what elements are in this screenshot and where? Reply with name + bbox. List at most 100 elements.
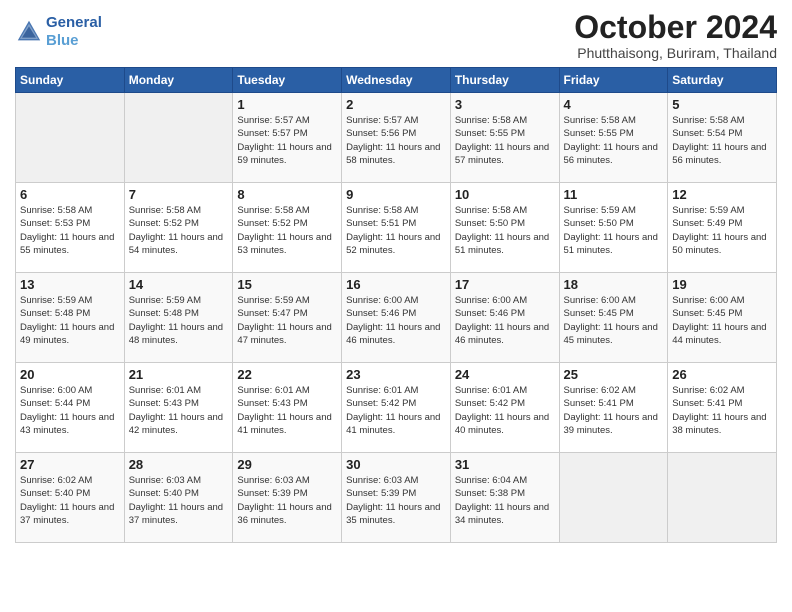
location-subtitle: Phutthaisong, Buriram, Thailand (574, 45, 777, 61)
day-number: 30 (346, 457, 446, 472)
day-number: 14 (129, 277, 229, 292)
day-number: 15 (237, 277, 337, 292)
day-number: 4 (564, 97, 664, 112)
calendar-day-cell: 18 Sunrise: 6:00 AM Sunset: 5:45 PM Dayli… (559, 273, 668, 363)
day-number: 8 (237, 187, 337, 202)
calendar-day-cell (124, 93, 233, 183)
day-info: Sunrise: 6:03 AM Sunset: 5:40 PM Dayligh… (129, 474, 229, 527)
header-area: General Blue October 2024 Phutthaisong, … (15, 10, 777, 61)
day-number: 19 (672, 277, 772, 292)
calendar-day-cell: 16Sunrise: 6:00 AM Sunset: 5:46 PM Dayli… (342, 273, 451, 363)
day-number: 20 (20, 367, 120, 382)
calendar-week-row: 20 Sunrise: 6:00 AM Sunset: 5:44 PM Dayli… (16, 363, 777, 453)
day-number: 27 (20, 457, 120, 472)
calendar-week-row: 27 Sunrise: 6:02 AM Sunset: 5:40 PM Dayli… (16, 453, 777, 543)
calendar-day-cell: 11 Sunrise: 5:59 AM Sunset: 5:50 PM Dayli… (559, 183, 668, 273)
weekday-header-cell: Sunday (16, 68, 125, 93)
logo-text: General Blue (46, 14, 102, 50)
day-number: 7 (129, 187, 229, 202)
day-info: Sunrise: 5:58 AM Sunset: 5:54 PM Dayligh… (672, 114, 772, 167)
day-info: Sunrise: 6:00 AM Sunset: 5:45 PM Dayligh… (564, 294, 664, 347)
day-number: 26 (672, 367, 772, 382)
calendar-day-cell: 26 Sunrise: 6:02 AM Sunset: 5:41 PM Dayli… (668, 363, 777, 453)
weekday-header-row: SundayMondayTuesdayWednesdayThursdayFrid… (16, 68, 777, 93)
day-info: Sunrise: 5:58 AM Sunset: 5:50 PM Dayligh… (455, 204, 555, 257)
day-number: 1 (237, 97, 337, 112)
calendar-week-row: 1Sunrise: 5:57 AM Sunset: 5:57 PM Daylig… (16, 93, 777, 183)
weekday-header-cell: Wednesday (342, 68, 451, 93)
title-block: October 2024 Phutthaisong, Buriram, Thai… (574, 10, 777, 61)
day-info: Sunrise: 6:01 AM Sunset: 5:42 PM Dayligh… (346, 384, 446, 437)
calendar-day-cell: 4 Sunrise: 5:58 AM Sunset: 5:55 PM Daylig… (559, 93, 668, 183)
calendar-day-cell: 12 Sunrise: 5:59 AM Sunset: 5:49 PM Dayli… (668, 183, 777, 273)
day-info: Sunrise: 6:00 AM Sunset: 5:46 PM Dayligh… (455, 294, 555, 347)
day-info: Sunrise: 5:59 AM Sunset: 5:49 PM Dayligh… (672, 204, 772, 257)
day-number: 21 (129, 367, 229, 382)
weekday-header-cell: Thursday (450, 68, 559, 93)
day-number: 10 (455, 187, 555, 202)
day-info: Sunrise: 5:58 AM Sunset: 5:52 PM Dayligh… (237, 204, 337, 257)
calendar-day-cell: 8 Sunrise: 5:58 AM Sunset: 5:52 PM Daylig… (233, 183, 342, 273)
day-number: 28 (129, 457, 229, 472)
weekday-header-cell: Friday (559, 68, 668, 93)
day-info: Sunrise: 6:02 AM Sunset: 5:40 PM Dayligh… (20, 474, 120, 527)
day-number: 12 (672, 187, 772, 202)
calendar-day-cell: 22 Sunrise: 6:01 AM Sunset: 5:43 PM Dayli… (233, 363, 342, 453)
day-info: Sunrise: 5:59 AM Sunset: 5:50 PM Dayligh… (564, 204, 664, 257)
calendar-day-cell: 23 Sunrise: 6:01 AM Sunset: 5:42 PM Dayli… (342, 363, 451, 453)
day-info: Sunrise: 6:02 AM Sunset: 5:41 PM Dayligh… (672, 384, 772, 437)
day-number: 31 (455, 457, 555, 472)
day-number: 22 (237, 367, 337, 382)
day-info: Sunrise: 5:58 AM Sunset: 5:52 PM Dayligh… (129, 204, 229, 257)
day-number: 29 (237, 457, 337, 472)
day-info: Sunrise: 5:59 AM Sunset: 5:48 PM Dayligh… (20, 294, 120, 347)
calendar-day-cell: 28 Sunrise: 6:03 AM Sunset: 5:40 PM Dayli… (124, 453, 233, 543)
calendar-day-cell: 6Sunrise: 5:58 AM Sunset: 5:53 PM Daylig… (16, 183, 125, 273)
calendar-day-cell: 25 Sunrise: 6:02 AM Sunset: 5:41 PM Dayli… (559, 363, 668, 453)
calendar-day-cell: 2Sunrise: 5:57 AM Sunset: 5:56 PM Daylig… (342, 93, 451, 183)
calendar-day-cell: 29 Sunrise: 6:03 AM Sunset: 5:39 PM Dayli… (233, 453, 342, 543)
calendar-body: 1Sunrise: 5:57 AM Sunset: 5:57 PM Daylig… (16, 93, 777, 543)
calendar-day-cell: 31Sunrise: 6:04 AM Sunset: 5:38 PM Dayli… (450, 453, 559, 543)
day-info: Sunrise: 5:59 AM Sunset: 5:47 PM Dayligh… (237, 294, 337, 347)
calendar-day-cell: 5 Sunrise: 5:58 AM Sunset: 5:54 PM Daylig… (668, 93, 777, 183)
day-info: Sunrise: 6:01 AM Sunset: 5:42 PM Dayligh… (455, 384, 555, 437)
day-number: 25 (564, 367, 664, 382)
calendar-week-row: 13Sunrise: 5:59 AM Sunset: 5:48 PM Dayli… (16, 273, 777, 363)
calendar-header: SundayMondayTuesdayWednesdayThursdayFrid… (16, 68, 777, 93)
calendar-day-cell: 3Sunrise: 5:58 AM Sunset: 5:55 PM Daylig… (450, 93, 559, 183)
day-number: 11 (564, 187, 664, 202)
calendar-day-cell: 10 Sunrise: 5:58 AM Sunset: 5:50 PM Dayli… (450, 183, 559, 273)
day-number: 5 (672, 97, 772, 112)
weekday-header-cell: Monday (124, 68, 233, 93)
day-number: 17 (455, 277, 555, 292)
calendar-day-cell: 15 Sunrise: 5:59 AM Sunset: 5:47 PM Dayli… (233, 273, 342, 363)
day-number: 18 (564, 277, 664, 292)
day-info: Sunrise: 6:00 AM Sunset: 5:44 PM Dayligh… (20, 384, 120, 437)
calendar-day-cell: 13Sunrise: 5:59 AM Sunset: 5:48 PM Dayli… (16, 273, 125, 363)
day-number: 16 (346, 277, 446, 292)
day-info: Sunrise: 6:01 AM Sunset: 5:43 PM Dayligh… (237, 384, 337, 437)
calendar-day-cell: 17 Sunrise: 6:00 AM Sunset: 5:46 PM Dayli… (450, 273, 559, 363)
calendar-day-cell: 24Sunrise: 6:01 AM Sunset: 5:42 PM Dayli… (450, 363, 559, 453)
calendar-day-cell: 9Sunrise: 5:58 AM Sunset: 5:51 PM Daylig… (342, 183, 451, 273)
logo-icon (15, 18, 43, 46)
calendar-day-cell: 27 Sunrise: 6:02 AM Sunset: 5:40 PM Dayli… (16, 453, 125, 543)
day-number: 3 (455, 97, 555, 112)
calendar-day-cell: 20 Sunrise: 6:00 AM Sunset: 5:44 PM Dayli… (16, 363, 125, 453)
day-info: Sunrise: 5:57 AM Sunset: 5:56 PM Dayligh… (346, 114, 446, 167)
day-info: Sunrise: 6:02 AM Sunset: 5:41 PM Dayligh… (564, 384, 664, 437)
calendar-day-cell: 14Sunrise: 5:59 AM Sunset: 5:48 PM Dayli… (124, 273, 233, 363)
day-number: 23 (346, 367, 446, 382)
month-title: October 2024 (574, 10, 777, 45)
day-info: Sunrise: 6:03 AM Sunset: 5:39 PM Dayligh… (237, 474, 337, 527)
logo: General Blue (15, 14, 102, 50)
day-info: Sunrise: 5:58 AM Sunset: 5:55 PM Dayligh… (564, 114, 664, 167)
calendar-day-cell (559, 453, 668, 543)
calendar-day-cell: 19Sunrise: 6:00 AM Sunset: 5:45 PM Dayli… (668, 273, 777, 363)
calendar-week-row: 6Sunrise: 5:58 AM Sunset: 5:53 PM Daylig… (16, 183, 777, 273)
weekday-header-cell: Tuesday (233, 68, 342, 93)
day-info: Sunrise: 6:01 AM Sunset: 5:43 PM Dayligh… (129, 384, 229, 437)
calendar-day-cell (16, 93, 125, 183)
calendar-day-cell (668, 453, 777, 543)
